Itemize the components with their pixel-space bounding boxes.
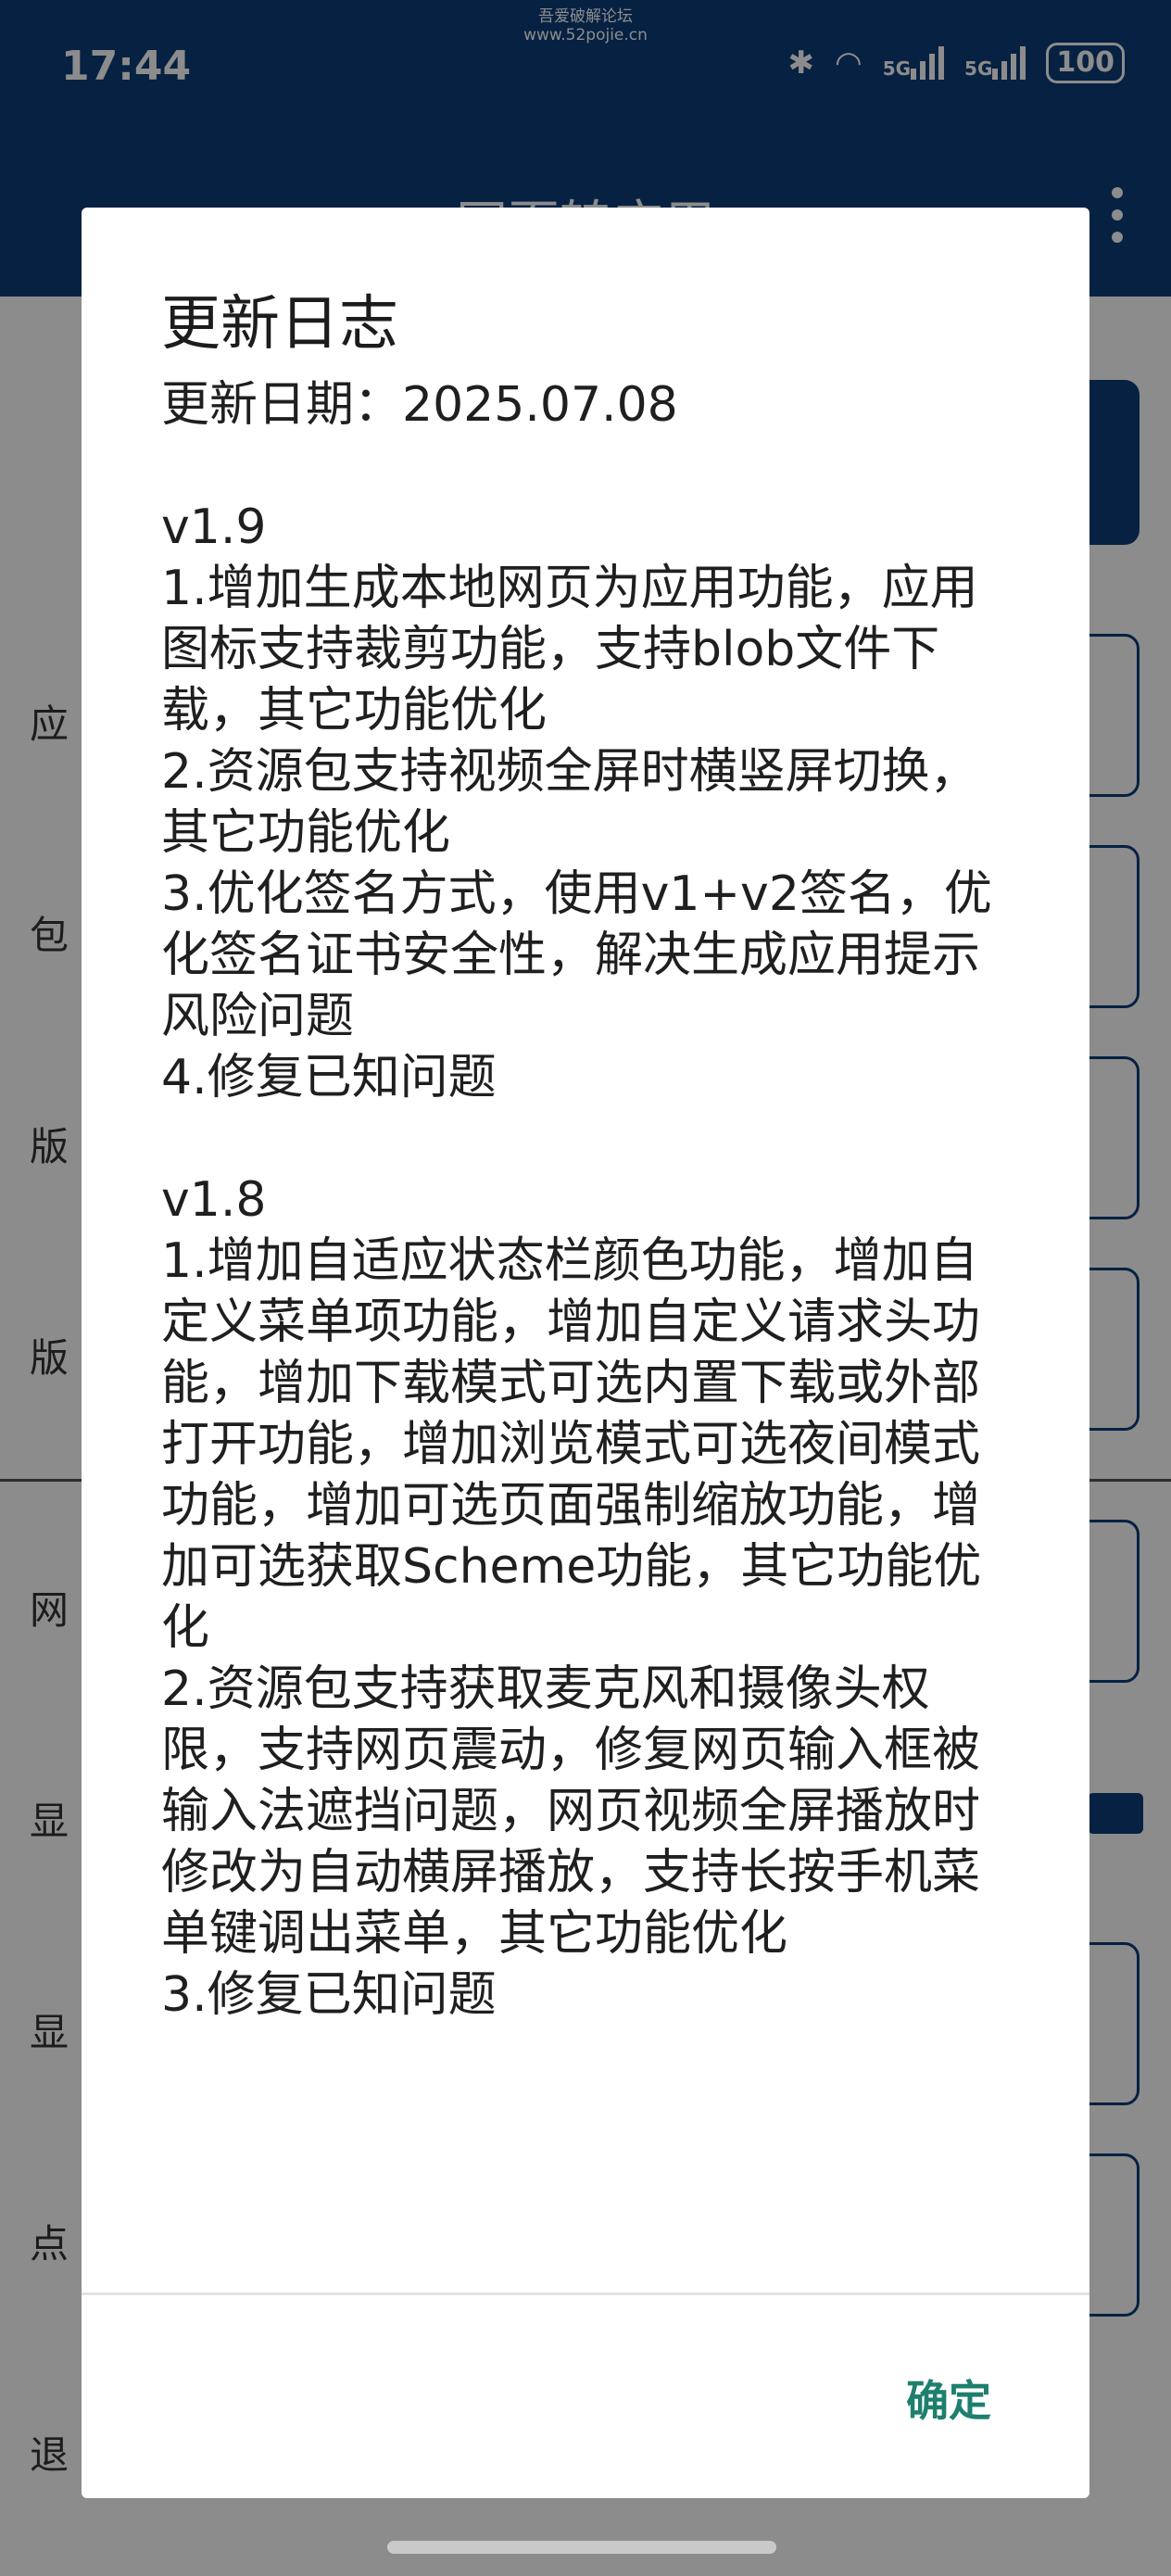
changelog-dialog: 更新日志 更新日期：2025.07.08 v1.9 1.增加生成本地网页为应用功能，…: [82, 208, 1089, 2498]
confirm-button[interactable]: 确定: [900, 2367, 997, 2430]
dialog-title: 更新日志: [161, 290, 398, 359]
changelog-line: 更新日期：2025.07.08: [161, 377, 678, 433]
changelog-line: 2.资源包支持视频全屏时横竖屏切换，其它功能优化: [161, 744, 978, 861]
changelog-line: 3.修复已知问题: [161, 1967, 497, 2023]
changelog-spacer: [161, 436, 1023, 497]
changelog-line: 4.修复已知问题: [161, 1050, 497, 1105]
dialog-divider: [82, 2292, 1089, 2295]
changelog-line: v1.8: [161, 1172, 267, 1228]
changelog-line: 1.增加自适应状态栏颜色功能，增加自定义菜单项功能，增加自定义请求头功能，增加下…: [161, 1233, 982, 1656]
gesture-bar[interactable]: [387, 2541, 776, 2554]
changelog-line: 3.优化签名方式，使用v1+v2签名，优化签名证书安全性，解决生成应用提示风险问…: [161, 866, 992, 1044]
changelog-line: 2.资源包支持获取麦克风和摄像头权限，支持网页震动，修复网页输入框被输入法遮挡问…: [161, 1661, 981, 1962]
changelog-spacer: [161, 1108, 1023, 1169]
changelog-content[interactable]: 更新日期：2025.07.08 v1.9 1.增加生成本地网页为应用功能，应用图标支…: [161, 374, 1023, 2050]
changelog-line: v1.9: [161, 499, 267, 555]
changelog-spacer: [161, 2026, 1023, 2050]
changelog-line: 1.增加生成本地网页为应用功能，应用图标支持裁剪功能，支持blob文件下载，其它…: [161, 561, 978, 739]
